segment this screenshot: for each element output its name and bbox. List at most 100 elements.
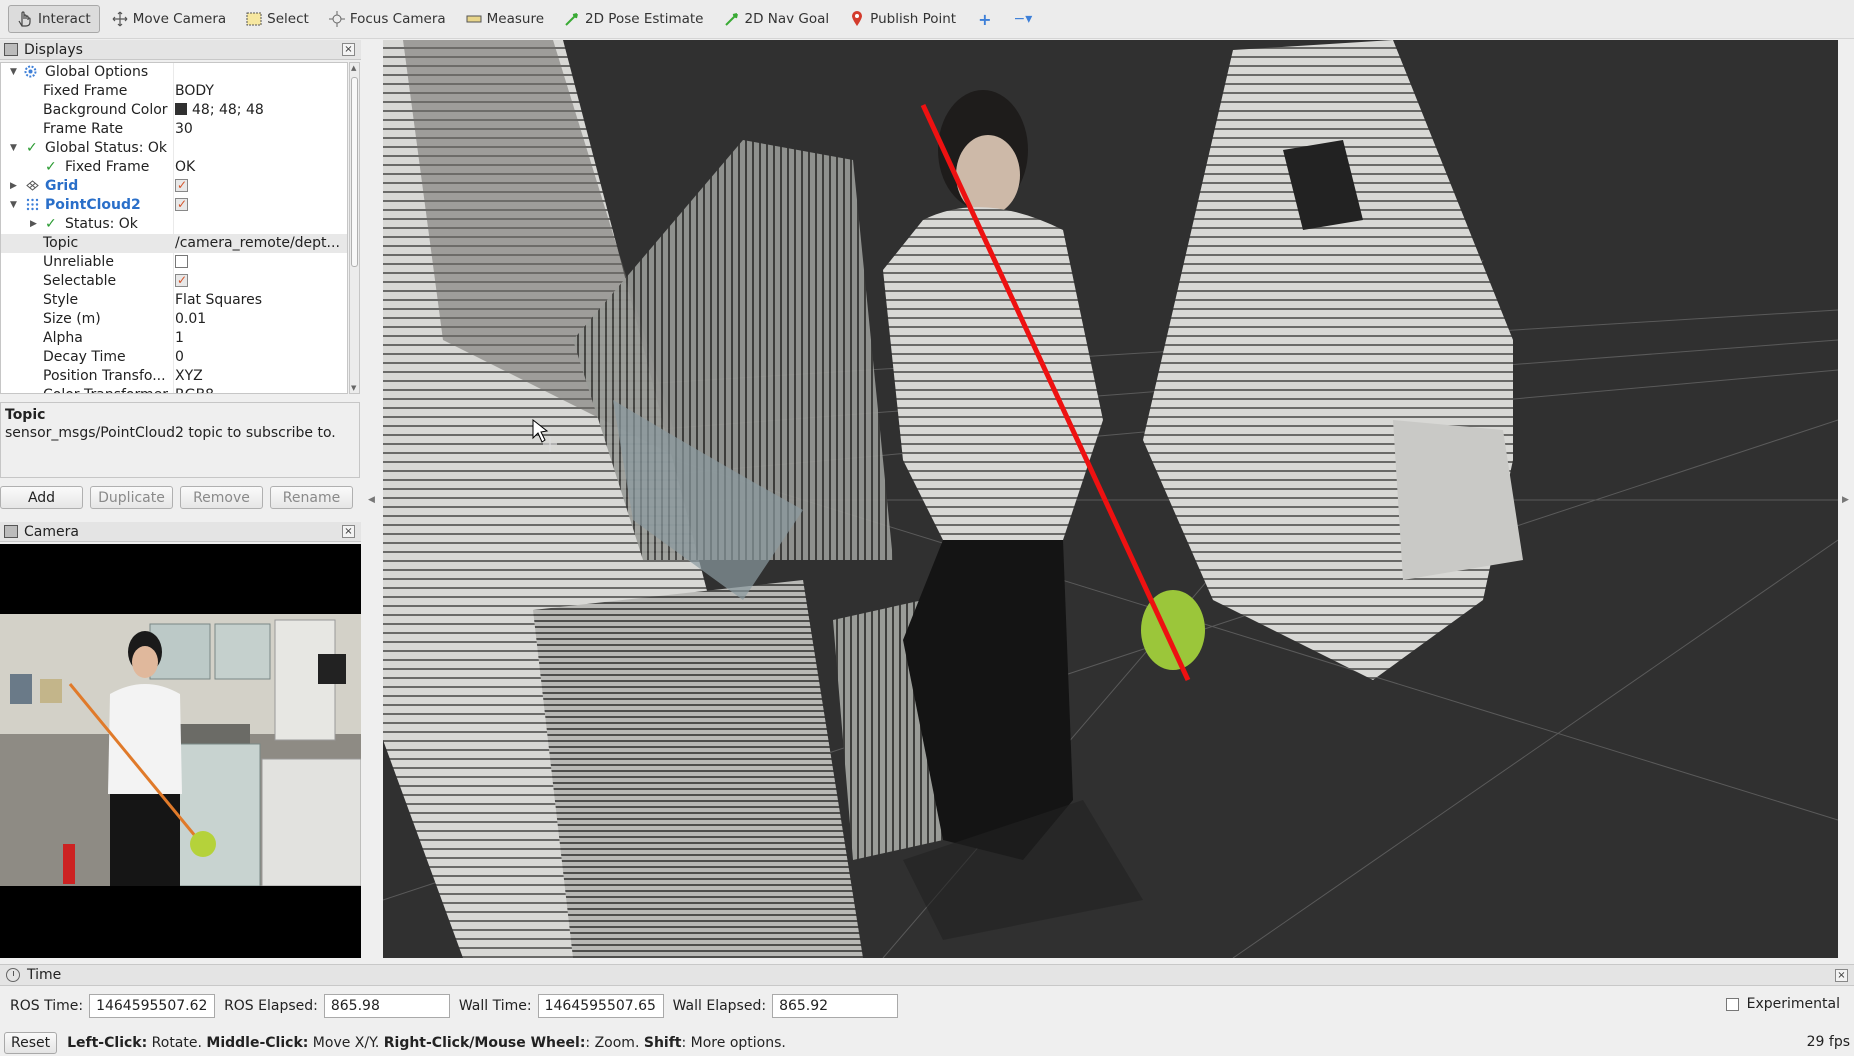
ros-elapsed-field[interactable]: 865.98 bbox=[323, 994, 450, 1018]
remove-tool-button[interactable]: −▾ bbox=[1006, 5, 1041, 33]
scroll-down-icon[interactable]: ▼ bbox=[351, 384, 356, 392]
time-panel-title: Time bbox=[27, 967, 62, 983]
scroll-up-icon[interactable]: ▲ bbox=[351, 64, 356, 72]
experimental-checkbox[interactable] bbox=[1725, 997, 1739, 1011]
pose-estimate-icon bbox=[564, 11, 580, 27]
wall-elapsed-field[interactable]: 865.92 bbox=[772, 994, 899, 1018]
tree-key: PointCloud2 bbox=[45, 197, 141, 213]
wall-time-field[interactable]: 1464595507.65 bbox=[537, 994, 664, 1018]
hint-shift: Shift bbox=[643, 1035, 682, 1051]
tree-row-frame-rate[interactable]: Frame Rate 30 bbox=[1, 120, 347, 139]
check-icon: ✓ bbox=[45, 159, 57, 175]
pose-estimate-tool[interactable]: 2D Pose Estimate bbox=[556, 5, 711, 33]
selectable-checkbox[interactable] bbox=[175, 271, 188, 291]
tree-row-size[interactable]: Size (m) 0.01 bbox=[1, 310, 347, 329]
tree-row-style[interactable]: Style Flat Squares bbox=[1, 291, 347, 310]
tree-value: OK bbox=[175, 159, 196, 175]
hint-text: Rotate. bbox=[147, 1035, 207, 1051]
experimental-label: Experimental bbox=[1746, 996, 1840, 1012]
add-tool-button[interactable]: + bbox=[968, 5, 1001, 33]
tree-row-global-status[interactable]: ▼ ✓ Global Status: Ok bbox=[1, 139, 347, 158]
tree-key: Frame Rate bbox=[43, 121, 124, 137]
tree-row-pointcloud2[interactable]: ▼ PointCloud2 bbox=[1, 195, 347, 215]
hint-left-click: Left-Click: bbox=[67, 1035, 148, 1051]
collapse-arrow-icon[interactable]: ▶ bbox=[30, 215, 37, 234]
tree-value[interactable]: RGB8 bbox=[175, 386, 214, 393]
check-icon: ✓ bbox=[26, 140, 38, 156]
render-3d-view[interactable] bbox=[383, 40, 1838, 958]
tree-row-decay-time[interactable]: Decay Time 0 bbox=[1, 348, 347, 367]
ros-time-field[interactable]: 1464595507.62 bbox=[89, 994, 216, 1018]
pointcloud-enabled-checkbox[interactable] bbox=[175, 195, 188, 215]
scrollbar-thumb[interactable] bbox=[351, 77, 358, 267]
experimental-toggle[interactable]: Experimental bbox=[1725, 996, 1840, 1012]
expand-arrow-icon[interactable]: ▼ bbox=[10, 63, 17, 82]
tree-value[interactable]: 1 bbox=[175, 329, 184, 348]
wall-time-label: Wall Time: bbox=[458, 998, 532, 1014]
tree-row-global-options[interactable]: ▼ Global Options bbox=[1, 63, 347, 82]
tree-value[interactable]: 30 bbox=[175, 120, 193, 139]
displays-scrollbar[interactable]: ▲ ▼ bbox=[349, 62, 360, 394]
remove-button[interactable]: Remove bbox=[180, 486, 263, 509]
nav-goal-tool[interactable]: 2D Nav Goal bbox=[716, 5, 838, 33]
grid-enabled-checkbox[interactable] bbox=[175, 176, 188, 196]
tree-row-status-ok[interactable]: ▶ ✓ Status: Ok bbox=[1, 215, 347, 234]
measure-tool[interactable]: Measure bbox=[458, 5, 552, 33]
tree-key: Size (m) bbox=[43, 311, 101, 327]
tool-label: Move Camera bbox=[132, 11, 227, 27]
tree-row-topic[interactable]: Topic /camera_remote/dept... bbox=[1, 234, 347, 253]
focus-camera-tool[interactable]: Focus Camera bbox=[321, 5, 454, 33]
tree-key: Fixed Frame bbox=[65, 159, 150, 175]
move-camera-tool[interactable]: Move Camera bbox=[104, 5, 234, 33]
tree-row-background-color[interactable]: Background Color 48; 48; 48 bbox=[1, 101, 347, 120]
tree-value[interactable]: Flat Squares bbox=[175, 291, 262, 310]
tree-value-color[interactable]: 48; 48; 48 bbox=[175, 101, 264, 120]
collapse-arrow-icon[interactable]: ▶ bbox=[10, 177, 17, 196]
tree-key: Grid bbox=[45, 178, 79, 194]
duplicate-button[interactable]: Duplicate bbox=[90, 486, 173, 509]
expand-arrow-icon[interactable]: ▼ bbox=[10, 196, 17, 215]
tree-value[interactable]: XYZ bbox=[175, 367, 203, 386]
add-button[interactable]: Add bbox=[0, 486, 83, 509]
tree-row-color-transformer[interactable]: Color Transformer RGB8 bbox=[1, 386, 347, 393]
tree-row-grid[interactable]: ▶ Grid bbox=[1, 176, 347, 196]
collapse-right-icon[interactable]: ▶ bbox=[1842, 495, 1849, 505]
grid-icon bbox=[26, 177, 39, 196]
tree-row-selectable[interactable]: Selectable bbox=[1, 271, 347, 291]
collapse-left-icon[interactable]: ◀ bbox=[368, 495, 375, 505]
camera-image-view[interactable] bbox=[0, 544, 361, 958]
close-icon[interactable]: × bbox=[342, 525, 355, 538]
tree-value[interactable]: 0 bbox=[175, 348, 184, 367]
tree-value[interactable]: 0.01 bbox=[175, 310, 206, 329]
tree-key: Alpha bbox=[43, 330, 83, 346]
tool-label: Select bbox=[267, 11, 309, 27]
camera-title: Camera bbox=[24, 523, 79, 540]
tree-row-fixed-frame[interactable]: Fixed Frame BODY bbox=[1, 82, 347, 101]
close-icon[interactable]: × bbox=[342, 43, 355, 56]
tree-row-fixed-frame-status[interactable]: ✓ Fixed Frame OK bbox=[1, 158, 347, 177]
tree-row-position-transformer[interactable]: Position Transfo... XYZ bbox=[1, 367, 347, 386]
expand-arrow-icon[interactable]: ▼ bbox=[10, 139, 17, 158]
point-cloud-scene bbox=[383, 40, 1838, 958]
tree-key: Status: Ok bbox=[65, 216, 138, 232]
unreliable-checkbox[interactable] bbox=[175, 253, 188, 272]
tree-value[interactable]: BODY bbox=[175, 82, 214, 101]
right-splitter[interactable]: ▶ bbox=[1838, 40, 1854, 958]
tree-row-unreliable[interactable]: Unreliable bbox=[1, 253, 347, 272]
tree-key: Global Status: Ok bbox=[45, 140, 168, 156]
tool-label: 2D Nav Goal bbox=[744, 11, 830, 27]
measure-icon bbox=[466, 11, 482, 27]
reset-button[interactable]: Reset bbox=[4, 1032, 58, 1054]
tree-key: Topic bbox=[43, 235, 79, 251]
tool-label: Interact bbox=[38, 11, 91, 27]
interact-tool[interactable]: Interact bbox=[8, 5, 100, 33]
select-tool[interactable]: Select bbox=[238, 5, 317, 33]
panel-splitter[interactable]: ◀ bbox=[362, 40, 382, 958]
publish-point-tool[interactable]: Publish Point bbox=[841, 5, 964, 33]
tree-row-alpha[interactable]: Alpha 1 bbox=[1, 329, 347, 348]
move-camera-icon bbox=[112, 11, 128, 27]
close-icon[interactable]: × bbox=[1835, 969, 1848, 982]
tree-value[interactable]: /camera_remote/dept... bbox=[175, 234, 340, 253]
hint-text: : Zoom. bbox=[585, 1035, 644, 1051]
rename-button[interactable]: Rename bbox=[270, 486, 353, 509]
